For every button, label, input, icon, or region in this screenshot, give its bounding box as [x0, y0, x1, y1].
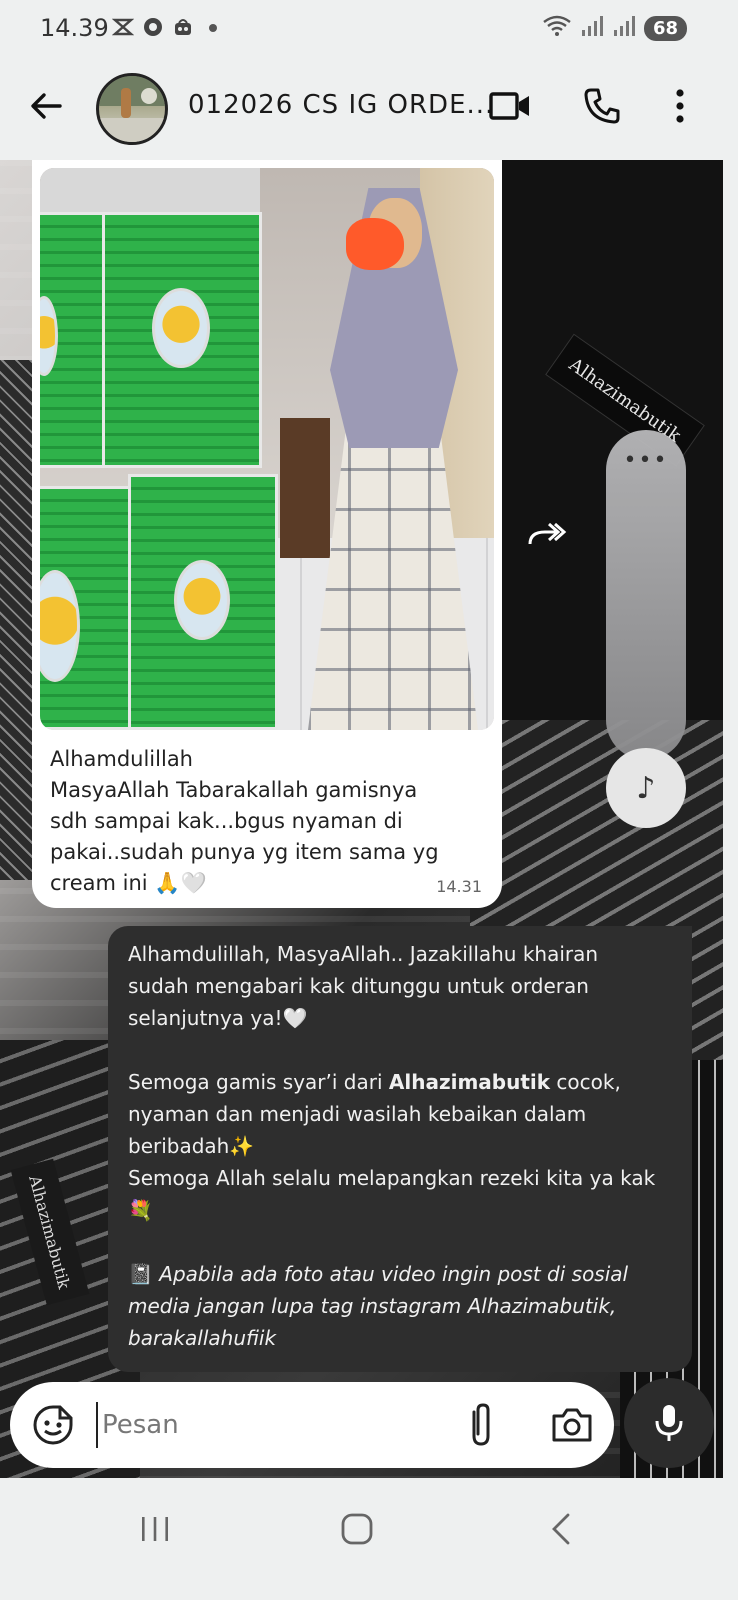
sync-icon [112, 16, 134, 38]
message-text: Apabila ada foto atau video ingin post d… [159, 1262, 629, 1286]
message-timestamp: 14.31 [436, 877, 482, 896]
message-line: Semoga Allah selalu melapangkan rezeki k… [128, 1166, 656, 1190]
dot-icon [202, 16, 224, 38]
status-bar: 14.39 68 [0, 0, 723, 58]
mic-icon [655, 1405, 683, 1441]
message-line: nyaman dan menjadi wasilah kebaikan dala… [128, 1102, 587, 1126]
message-photo[interactable] [40, 168, 494, 730]
chat-header: 012026 CS IG ORDE... [0, 58, 723, 160]
message-line: MasyaAllah Tabarakallah gamisnya [50, 778, 418, 802]
more-vertical-icon [676, 89, 684, 123]
back-button[interactable] [26, 86, 66, 126]
forward-icon [528, 522, 567, 545]
status-icons-left [112, 16, 224, 38]
photo-face-sticker [346, 218, 404, 270]
camera-button[interactable] [550, 1404, 594, 1446]
forward-button[interactable] [524, 514, 570, 554]
message-line: sdh sampai kak...bgus nyaman di [50, 809, 403, 833]
wifi-icon [542, 14, 572, 42]
message-line: sudah mengabari kak ditunggu untuk order… [128, 974, 589, 998]
message-line: Semoga gamis syar’i dari Alhazimabutik c… [128, 1066, 674, 1098]
mic-button[interactable] [624, 1378, 714, 1468]
phone-icon [584, 88, 620, 124]
signal-icon [612, 14, 636, 42]
message-input-bar [10, 1382, 614, 1468]
message-line: cream ini 🙏🤍 [50, 871, 207, 895]
music-button[interactable]: ♪ [606, 748, 686, 828]
battery-level: 68 [643, 15, 687, 41]
incoming-message-text: Alhamdulillah MasyaAllah Tabarakallah ga… [50, 744, 470, 899]
emoji-button[interactable] [32, 1404, 74, 1446]
camera-icon [552, 1408, 592, 1442]
incoming-message[interactable]: Alhamdulillah MasyaAllah Tabarakallah ga… [32, 160, 502, 908]
message-input[interactable] [96, 1402, 446, 1448]
message-text: Semoga gamis syar’i dari [128, 1070, 389, 1094]
status-time: 14.39 [40, 14, 109, 42]
more-icon: ••• [623, 448, 669, 473]
message-line: pakai..sudah punya yg item sama yg [50, 840, 439, 864]
scroll-handle[interactable]: ••• [606, 430, 686, 760]
avatar[interactable] [96, 73, 168, 145]
message-line: Alhamdulillah [50, 747, 193, 771]
more-options-button[interactable] [658, 84, 702, 128]
home-icon [341, 1513, 373, 1545]
photo-sticker [152, 288, 210, 368]
phone-call-button[interactable] [580, 84, 624, 128]
home-button[interactable] [322, 1504, 392, 1554]
recent-apps-icon [142, 1517, 168, 1541]
photo-shelf [40, 168, 260, 218]
target-icon [142, 16, 164, 38]
attach-icon [472, 1403, 490, 1446]
message-line: media jangan lupa tag instagram Alhazima… [128, 1294, 617, 1318]
photo-sticker [174, 560, 230, 640]
emoji-icon [33, 1405, 73, 1445]
navigation-bar [0, 1478, 723, 1600]
notebook-icon: 📓 [128, 1262, 153, 1286]
status-right: 68 [542, 14, 687, 42]
video-call-icon [489, 92, 529, 120]
attach-button[interactable] [460, 1402, 500, 1448]
brand-mention: Alhazimabutik [388, 1070, 551, 1094]
recent-apps-button[interactable] [120, 1504, 190, 1554]
chat-title[interactable]: 012026 CS IG ORDE... [188, 90, 494, 120]
message-line: beribadah✨ [128, 1134, 255, 1158]
outgoing-message[interactable]: Alhamdulillah, MasyaAllah.. Jazakillahu … [108, 926, 692, 1372]
message-line: barakallahufiik [128, 1326, 277, 1350]
message-line: Alhamdulillah, MasyaAllah.. Jazakillahu … [128, 942, 599, 966]
message-text: cocok, [550, 1070, 621, 1094]
message-line: selanjutnya ya!🤍 [128, 1006, 308, 1030]
video-call-button[interactable] [488, 84, 532, 128]
nav-back-button[interactable] [526, 1504, 596, 1554]
bag-icon [172, 16, 194, 38]
nav-back-icon [552, 1513, 570, 1545]
message-line: 📓 Apabila ada foto atau video ingin post… [128, 1258, 674, 1290]
signal-icon [580, 14, 604, 42]
music-note-icon: ♪ [636, 770, 656, 806]
photo-chair [280, 418, 330, 558]
back-arrow-icon [31, 93, 62, 119]
message-line: 💐 [128, 1198, 153, 1222]
